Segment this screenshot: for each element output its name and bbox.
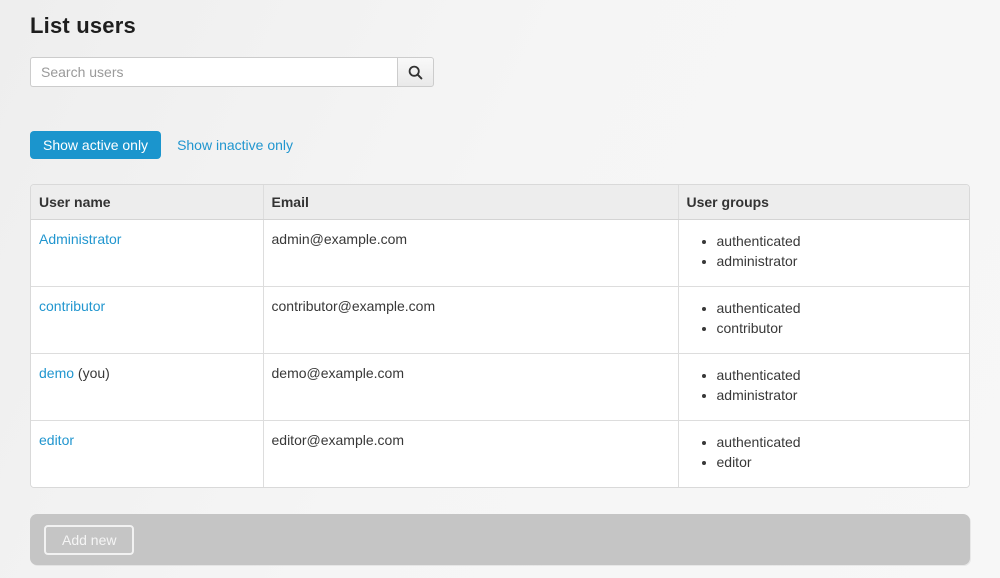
username-cell: Administrator (31, 219, 263, 286)
group-item: contributor (717, 318, 962, 338)
username-cell: demo (you) (31, 353, 263, 420)
username-link[interactable]: Administrator (39, 231, 121, 247)
email-cell: editor@example.com (263, 420, 678, 487)
groups-cell: authenticatedadministrator (678, 353, 969, 420)
filter-buttons: Show active only Show inactive only (30, 131, 970, 159)
show-active-only-button[interactable]: Show active only (30, 131, 161, 159)
group-item: authenticated (717, 231, 962, 251)
group-list: authenticatedcontributor (687, 298, 962, 338)
column-header-email: Email (263, 185, 678, 219)
email-cell: admin@example.com (263, 219, 678, 286)
show-inactive-only-link[interactable]: Show inactive only (177, 137, 293, 153)
table-row: contributor contributor@example.com auth… (31, 286, 969, 353)
magnifier-icon (408, 65, 423, 80)
search-button[interactable] (397, 57, 434, 87)
group-list: authenticatedadministrator (687, 231, 962, 271)
group-list: authenticatededitor (687, 432, 962, 472)
group-item: editor (717, 452, 962, 472)
username-suffix: (you) (74, 365, 110, 381)
groups-cell: authenticatededitor (678, 420, 969, 487)
group-item: administrator (717, 251, 962, 271)
column-header-username: User name (31, 185, 263, 219)
add-new-button[interactable]: Add new (44, 525, 134, 555)
username-cell: editor (31, 420, 263, 487)
group-item: authenticated (717, 432, 962, 452)
email-cell: contributor@example.com (263, 286, 678, 353)
users-table: User name Email User groups Administrato… (30, 184, 970, 488)
table-header-row: User name Email User groups (31, 185, 969, 219)
groups-cell: authenticatedadministrator (678, 219, 969, 286)
email-cell: demo@example.com (263, 353, 678, 420)
page-title: List users (30, 0, 970, 39)
group-item: administrator (717, 385, 962, 405)
search-input[interactable] (30, 57, 397, 87)
search-bar (30, 57, 434, 87)
username-cell: contributor (31, 286, 263, 353)
username-link[interactable]: contributor (39, 298, 105, 314)
group-item: authenticated (717, 298, 962, 318)
column-header-groups: User groups (678, 185, 969, 219)
table-row: demo (you) demo@example.com authenticate… (31, 353, 969, 420)
table-body: Administrator admin@example.com authenti… (31, 219, 969, 487)
username-link[interactable]: editor (39, 432, 74, 448)
user-list-page: List users Show active only Show inactiv… (0, 0, 1000, 565)
table-row: Administrator admin@example.com authenti… (31, 219, 969, 286)
groups-cell: authenticatedcontributor (678, 286, 969, 353)
group-list: authenticatedadministrator (687, 365, 962, 405)
group-item: authenticated (717, 365, 962, 385)
username-link[interactable]: demo (39, 365, 74, 381)
table-footer: Add new (30, 514, 970, 565)
table-row: editor editor@example.com authenticatede… (31, 420, 969, 487)
